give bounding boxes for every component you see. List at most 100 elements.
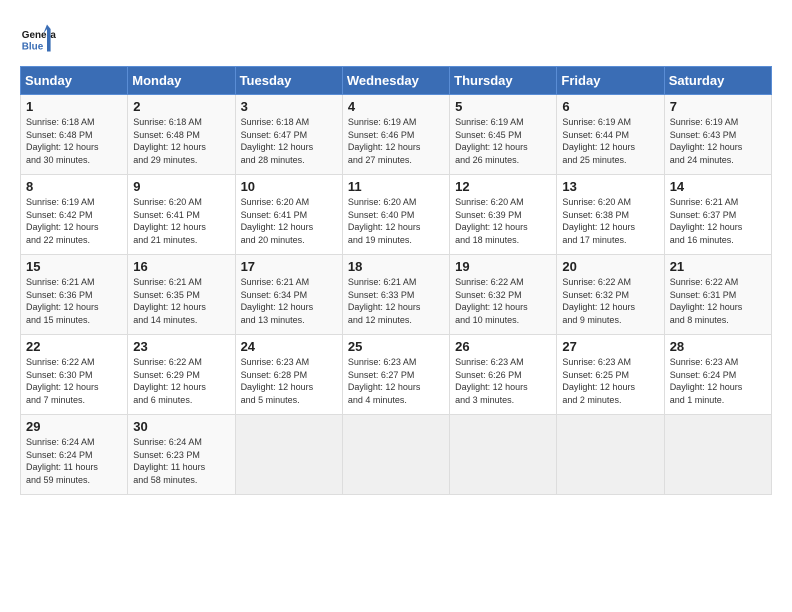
calendar-cell: 12 Sunrise: 6:20 AM Sunset: 6:39 PM Dayli… [450, 175, 557, 255]
day-number: 26 [455, 339, 551, 354]
day-info: Sunrise: 6:22 AM Sunset: 6:31 PM Dayligh… [670, 276, 766, 326]
calendar-table: Sunday Monday Tuesday Wednesday Thursday… [20, 66, 772, 495]
day-info: Sunrise: 6:23 AM Sunset: 6:24 PM Dayligh… [670, 356, 766, 406]
calendar-cell: 8 Sunrise: 6:19 AM Sunset: 6:42 PM Daylig… [21, 175, 128, 255]
calendar-cell: 18Sunrise: 6:21 AM Sunset: 6:33 PM Dayli… [342, 255, 449, 335]
calendar-cell: 23 Sunrise: 6:22 AM Sunset: 6:29 PM Dayli… [128, 335, 235, 415]
day-info: Sunrise: 6:19 AM Sunset: 6:45 PM Dayligh… [455, 116, 551, 166]
calendar-row: 22Sunrise: 6:22 AM Sunset: 6:30 PM Dayli… [21, 335, 772, 415]
day-info: Sunrise: 6:21 AM Sunset: 6:35 PM Dayligh… [133, 276, 229, 326]
calendar-cell [557, 415, 664, 495]
calendar-row: 29 Sunrise: 6:24 AM Sunset: 6:24 PM Dayli… [21, 415, 772, 495]
calendar-cell: 13 Sunrise: 6:20 AM Sunset: 6:38 PM Dayli… [557, 175, 664, 255]
col-friday: Friday [557, 67, 664, 95]
day-info: Sunrise: 6:23 AM Sunset: 6:25 PM Dayligh… [562, 356, 658, 406]
day-number: 28 [670, 339, 766, 354]
calendar-cell: 20 Sunrise: 6:22 AM Sunset: 6:32 PM Dayli… [557, 255, 664, 335]
calendar-cell: 14 Sunrise: 6:21 AM Sunset: 6:37 PM Dayli… [664, 175, 771, 255]
logo-icon: General Blue [20, 20, 56, 56]
calendar-cell: 16Sunrise: 6:21 AM Sunset: 6:35 PM Dayli… [128, 255, 235, 335]
day-number: 23 [133, 339, 229, 354]
header: General Blue [20, 20, 772, 56]
day-info: Sunrise: 6:20 AM Sunset: 6:39 PM Dayligh… [455, 196, 551, 246]
calendar-cell: 28 Sunrise: 6:23 AM Sunset: 6:24 PM Dayli… [664, 335, 771, 415]
calendar-cell: 3 Sunrise: 6:18 AM Sunset: 6:47 PM Daylig… [235, 95, 342, 175]
day-info: Sunrise: 6:19 AM Sunset: 6:43 PM Dayligh… [670, 116, 766, 166]
day-number: 7 [670, 99, 766, 114]
day-number: 18 [348, 259, 444, 274]
day-number: 20 [562, 259, 658, 274]
col-saturday: Saturday [664, 67, 771, 95]
day-info: Sunrise: 6:20 AM Sunset: 6:41 PM Dayligh… [133, 196, 229, 246]
calendar-cell: 27Sunrise: 6:23 AM Sunset: 6:25 PM Dayli… [557, 335, 664, 415]
day-info: Sunrise: 6:22 AM Sunset: 6:30 PM Dayligh… [26, 356, 122, 406]
day-number: 24 [241, 339, 337, 354]
calendar-cell: 9 Sunrise: 6:20 AM Sunset: 6:41 PM Daylig… [128, 175, 235, 255]
day-number: 29 [26, 419, 122, 434]
day-number: 8 [26, 179, 122, 194]
svg-text:Blue: Blue [22, 42, 44, 53]
day-info: Sunrise: 6:24 AM Sunset: 6:23 PM Dayligh… [133, 436, 229, 486]
day-info: Sunrise: 6:20 AM Sunset: 6:40 PM Dayligh… [348, 196, 444, 246]
calendar-cell: 30 Sunrise: 6:24 AM Sunset: 6:23 PM Dayli… [128, 415, 235, 495]
day-info: Sunrise: 6:21 AM Sunset: 6:37 PM Dayligh… [670, 196, 766, 246]
day-info: Sunrise: 6:24 AM Sunset: 6:24 PM Dayligh… [26, 436, 122, 486]
day-info: Sunrise: 6:18 AM Sunset: 6:47 PM Dayligh… [241, 116, 337, 166]
day-info: Sunrise: 6:22 AM Sunset: 6:29 PM Dayligh… [133, 356, 229, 406]
day-number: 10 [241, 179, 337, 194]
day-info: Sunrise: 6:22 AM Sunset: 6:32 PM Dayligh… [562, 276, 658, 326]
calendar-cell: 1 Sunrise: 6:18 AM Sunset: 6:48 PM Daylig… [21, 95, 128, 175]
day-info: Sunrise: 6:18 AM Sunset: 6:48 PM Dayligh… [133, 116, 229, 166]
day-info: Sunrise: 6:19 AM Sunset: 6:44 PM Dayligh… [562, 116, 658, 166]
calendar-cell [664, 415, 771, 495]
day-number: 12 [455, 179, 551, 194]
calendar-row: 1 Sunrise: 6:18 AM Sunset: 6:48 PM Daylig… [21, 95, 772, 175]
day-number: 1 [26, 99, 122, 114]
day-number: 11 [348, 179, 444, 194]
day-number: 13 [562, 179, 658, 194]
col-thursday: Thursday [450, 67, 557, 95]
day-number: 9 [133, 179, 229, 194]
calendar-cell: 19 Sunrise: 6:22 AM Sunset: 6:32 PM Dayli… [450, 255, 557, 335]
calendar-cell: 17 Sunrise: 6:21 AM Sunset: 6:34 PM Dayli… [235, 255, 342, 335]
calendar-cell: 25Sunrise: 6:23 AM Sunset: 6:27 PM Dayli… [342, 335, 449, 415]
day-number: 14 [670, 179, 766, 194]
svg-text:General: General [22, 30, 56, 41]
day-info: Sunrise: 6:18 AM Sunset: 6:48 PM Dayligh… [26, 116, 122, 166]
calendar-cell: 6 Sunrise: 6:19 AM Sunset: 6:44 PM Daylig… [557, 95, 664, 175]
calendar-row: 15Sunrise: 6:21 AM Sunset: 6:36 PM Dayli… [21, 255, 772, 335]
day-number: 19 [455, 259, 551, 274]
day-number: 3 [241, 99, 337, 114]
day-number: 4 [348, 99, 444, 114]
header-row: Sunday Monday Tuesday Wednesday Thursday… [21, 67, 772, 95]
day-number: 5 [455, 99, 551, 114]
calendar-cell: 22Sunrise: 6:22 AM Sunset: 6:30 PM Dayli… [21, 335, 128, 415]
col-tuesday: Tuesday [235, 67, 342, 95]
calendar-cell: 11 Sunrise: 6:20 AM Sunset: 6:40 PM Dayli… [342, 175, 449, 255]
calendar-row: 8 Sunrise: 6:19 AM Sunset: 6:42 PM Daylig… [21, 175, 772, 255]
day-info: Sunrise: 6:23 AM Sunset: 6:27 PM Dayligh… [348, 356, 444, 406]
day-info: Sunrise: 6:19 AM Sunset: 6:42 PM Dayligh… [26, 196, 122, 246]
day-info: Sunrise: 6:23 AM Sunset: 6:28 PM Dayligh… [241, 356, 337, 406]
calendar-cell: 4Sunrise: 6:19 AM Sunset: 6:46 PM Daylig… [342, 95, 449, 175]
col-wednesday: Wednesday [342, 67, 449, 95]
day-number: 21 [670, 259, 766, 274]
calendar-cell: 10 Sunrise: 6:20 AM Sunset: 6:41 PM Dayli… [235, 175, 342, 255]
day-number: 2 [133, 99, 229, 114]
calendar-cell [342, 415, 449, 495]
day-info: Sunrise: 6:20 AM Sunset: 6:38 PM Dayligh… [562, 196, 658, 246]
calendar-cell [235, 415, 342, 495]
day-number: 30 [133, 419, 229, 434]
calendar-cell: 24 Sunrise: 6:23 AM Sunset: 6:28 PM Dayli… [235, 335, 342, 415]
logo: General Blue [20, 20, 56, 56]
day-info: Sunrise: 6:20 AM Sunset: 6:41 PM Dayligh… [241, 196, 337, 246]
day-number: 17 [241, 259, 337, 274]
day-info: Sunrise: 6:22 AM Sunset: 6:32 PM Dayligh… [455, 276, 551, 326]
day-info: Sunrise: 6:21 AM Sunset: 6:34 PM Dayligh… [241, 276, 337, 326]
calendar-cell: 26Sunrise: 6:23 AM Sunset: 6:26 PM Dayli… [450, 335, 557, 415]
calendar-cell [450, 415, 557, 495]
day-info: Sunrise: 6:21 AM Sunset: 6:36 PM Dayligh… [26, 276, 122, 326]
calendar-cell: 21 Sunrise: 6:22 AM Sunset: 6:31 PM Dayli… [664, 255, 771, 335]
day-number: 6 [562, 99, 658, 114]
calendar-cell: 15Sunrise: 6:21 AM Sunset: 6:36 PM Dayli… [21, 255, 128, 335]
